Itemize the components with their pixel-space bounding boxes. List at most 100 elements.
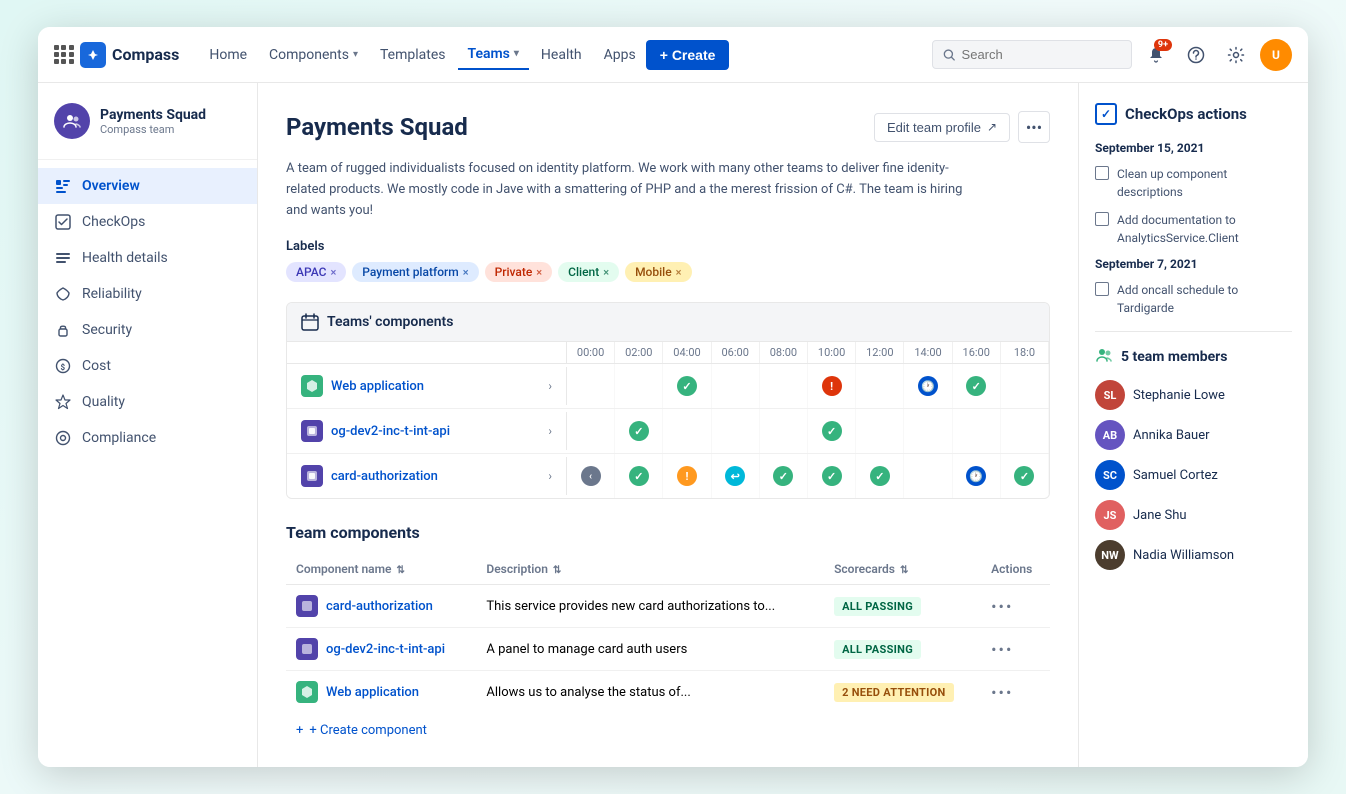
page-title: Payments Squad bbox=[286, 113, 468, 141]
more-actions-button[interactable]: ••• bbox=[1018, 111, 1050, 143]
checkops-item-text-1: Add documentation to AnalyticsService.Cl… bbox=[1117, 211, 1292, 247]
cell-1 bbox=[615, 364, 663, 408]
label-remove-payment[interactable]: × bbox=[463, 266, 469, 279]
sidebar-label-checkops: CheckOps bbox=[82, 214, 145, 230]
row-expand-icon: › bbox=[548, 379, 552, 393]
nav-teams[interactable]: Teams ▾ bbox=[458, 40, 529, 70]
row-expand-icon-2: › bbox=[548, 424, 552, 438]
row-actions-0[interactable]: ••• bbox=[991, 597, 1013, 616]
back-icon: ‹ bbox=[581, 466, 601, 486]
table-row: og-dev2-inc-t-int-api A panel to manage … bbox=[286, 628, 1050, 671]
label-client: Client × bbox=[558, 262, 619, 282]
row-actions-2[interactable]: ••• bbox=[991, 683, 1013, 702]
timeline-cells-card-auth: ‹ ✓ ! ↩ ✓ ✓ ✓ 🕐 ✓ bbox=[567, 454, 1049, 498]
status-green: ✓ bbox=[629, 421, 649, 441]
time-06: 06:00 bbox=[712, 342, 760, 363]
scorecard-badge-yellow: 2 NEED ATTENTION bbox=[834, 683, 953, 702]
checkbox-2[interactable] bbox=[1095, 282, 1109, 296]
timeline-label-spacer bbox=[287, 342, 567, 363]
checkbox-0[interactable] bbox=[1095, 166, 1109, 180]
sort-icon-score[interactable]: ⇅ bbox=[900, 565, 908, 576]
settings-button[interactable] bbox=[1220, 39, 1252, 71]
main-content: Payments Squad Edit team profile ↗ ••• A… bbox=[258, 83, 1078, 767]
nav-components[interactable]: Components ▾ bbox=[259, 41, 368, 69]
notifications-button[interactable]: 9+ bbox=[1140, 39, 1172, 71]
timeline-row-og-dev2: og-dev2-inc-t-int-api › ✓ ✓ bbox=[287, 409, 1049, 454]
cell-desc-2: Allows us to analyse the status of... bbox=[476, 671, 824, 714]
help-button[interactable] bbox=[1180, 39, 1212, 71]
sort-icon-name[interactable]: ⇅ bbox=[397, 565, 405, 576]
nav-health[interactable]: Health bbox=[531, 41, 592, 69]
sidebar-item-quality[interactable]: Quality bbox=[38, 384, 257, 420]
member-name-3: Jane Shu bbox=[1133, 508, 1187, 523]
team-name: Payments Squad bbox=[100, 107, 206, 123]
comp-link-og-dev2[interactable]: og-dev2-inc-t-int-api bbox=[326, 642, 445, 657]
comp-link-web-app[interactable]: Web application bbox=[326, 685, 419, 700]
card-auth-name: card-authorization bbox=[331, 469, 438, 484]
nav-home[interactable]: Home bbox=[199, 41, 257, 69]
create-component-button[interactable]: + + Create component bbox=[286, 713, 1050, 748]
cell-7: 🕐 bbox=[904, 364, 952, 408]
web-app-name: Web application bbox=[331, 379, 424, 394]
status-teal: ↩ bbox=[725, 466, 745, 486]
sort-icon-desc[interactable]: ⇅ bbox=[553, 565, 561, 576]
user-avatar[interactable]: U bbox=[1260, 39, 1292, 71]
cell-desc-1: A panel to manage card auth users bbox=[476, 628, 824, 671]
search-input[interactable] bbox=[962, 47, 1121, 62]
label-remove-mobile[interactable]: × bbox=[676, 266, 682, 279]
sidebar-item-compliance[interactable]: Compliance bbox=[38, 420, 257, 456]
timeline-cells-og-dev2: ✓ ✓ bbox=[567, 409, 1049, 453]
header-actions: Edit team profile ↗ ••• bbox=[874, 111, 1050, 143]
plus-icon: + bbox=[296, 723, 303, 738]
edit-profile-button[interactable]: Edit team profile ↗ bbox=[874, 113, 1010, 142]
time-04: 04:00 bbox=[663, 342, 711, 363]
cell-actions-0: ••• bbox=[981, 585, 1050, 628]
row-actions-1[interactable]: ••• bbox=[991, 640, 1013, 659]
col-scorecards: Scorecards ⇅ bbox=[824, 554, 981, 585]
label-mobile: Mobile × bbox=[625, 262, 691, 282]
timeline-label-web-app[interactable]: Web application › bbox=[287, 367, 567, 405]
nav-templates[interactable]: Templates bbox=[370, 41, 456, 69]
sidebar-label-health-details: Health details bbox=[82, 250, 168, 266]
time-08: 08:00 bbox=[760, 342, 808, 363]
sidebar-label-overview: Overview bbox=[82, 178, 140, 194]
member-avatar-1: AB bbox=[1095, 420, 1125, 450]
team-type: Compass team bbox=[100, 123, 206, 136]
content-header: Payments Squad Edit team profile ↗ ••• bbox=[286, 111, 1050, 143]
cell-4 bbox=[760, 364, 808, 408]
row-expand-icon-3: › bbox=[548, 469, 552, 483]
col-description: Description ⇅ bbox=[476, 554, 824, 585]
label-remove-client[interactable]: × bbox=[603, 266, 609, 279]
label-remove-apac[interactable]: × bbox=[330, 266, 336, 279]
checkbox-1[interactable] bbox=[1095, 212, 1109, 226]
sidebar-item-cost[interactable]: $ Cost bbox=[38, 348, 257, 384]
label-remove-private[interactable]: × bbox=[536, 266, 542, 279]
search-box[interactable] bbox=[932, 40, 1132, 69]
sidebar-item-security[interactable]: Security bbox=[38, 312, 257, 348]
sidebar-label-security: Security bbox=[82, 322, 132, 338]
time-00: 00:00 bbox=[567, 342, 615, 363]
cell-0 bbox=[567, 409, 615, 453]
avatar-initials: U bbox=[1260, 39, 1292, 71]
timeline-times: 00:00 02:00 04:00 06:00 08:00 10:00 12:0… bbox=[567, 342, 1049, 363]
comp-link-card-auth[interactable]: card-authorization bbox=[326, 599, 433, 614]
member-item-2: SC Samuel Cortez bbox=[1095, 460, 1292, 490]
checkops-date-0: September 15, 2021 bbox=[1095, 141, 1292, 155]
topnav-right: 9+ U bbox=[932, 39, 1292, 71]
create-button[interactable]: + Create bbox=[646, 40, 730, 70]
sidebar-item-overview[interactable]: Overview bbox=[38, 168, 257, 204]
cell-7 bbox=[904, 409, 952, 453]
timeline-label-card-auth[interactable]: card-authorization › bbox=[287, 457, 567, 495]
sidebar-label-compliance: Compliance bbox=[82, 430, 156, 446]
sidebar-item-health-details[interactable]: Health details bbox=[38, 240, 257, 276]
col-actions: Actions bbox=[981, 554, 1050, 585]
timeline-label-og-dev2[interactable]: og-dev2-inc-t-int-api › bbox=[287, 412, 567, 450]
grid-icon[interactable] bbox=[54, 45, 74, 65]
brand[interactable]: Compass bbox=[80, 42, 179, 68]
cell-3: ↩ bbox=[712, 454, 760, 498]
cell-0 bbox=[567, 364, 615, 408]
sidebar-item-checkops[interactable]: CheckOps bbox=[38, 204, 257, 240]
sidebar-item-reliability[interactable]: Reliability bbox=[38, 276, 257, 312]
cell-2: ✓ bbox=[663, 364, 711, 408]
nav-apps[interactable]: Apps bbox=[594, 41, 646, 69]
